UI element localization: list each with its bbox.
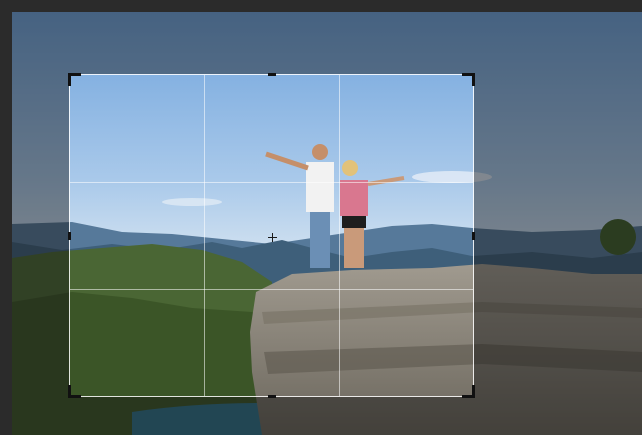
crop-handle-top-left[interactable] bbox=[68, 73, 81, 86]
crop-handle-left[interactable] bbox=[68, 231, 71, 240]
crop-handle-bottom-right[interactable] bbox=[462, 385, 475, 398]
grid-line-vertical bbox=[204, 75, 206, 396]
grid-line-vertical bbox=[338, 75, 340, 396]
tree bbox=[600, 219, 636, 255]
crosshair-icon bbox=[268, 233, 277, 242]
crop-handle-top-right[interactable] bbox=[462, 73, 475, 86]
crop-handle-bottom[interactable] bbox=[267, 395, 276, 398]
grid-line-horizontal bbox=[70, 181, 473, 183]
grid-line-horizontal bbox=[70, 288, 473, 290]
crop-handle-right[interactable] bbox=[472, 231, 475, 240]
crop-handle-bottom-left[interactable] bbox=[68, 385, 81, 398]
crop-box[interactable] bbox=[68, 73, 475, 398]
document-window bbox=[0, 0, 642, 435]
crop-handle-top[interactable] bbox=[267, 73, 276, 76]
image-canvas[interactable] bbox=[12, 12, 642, 435]
